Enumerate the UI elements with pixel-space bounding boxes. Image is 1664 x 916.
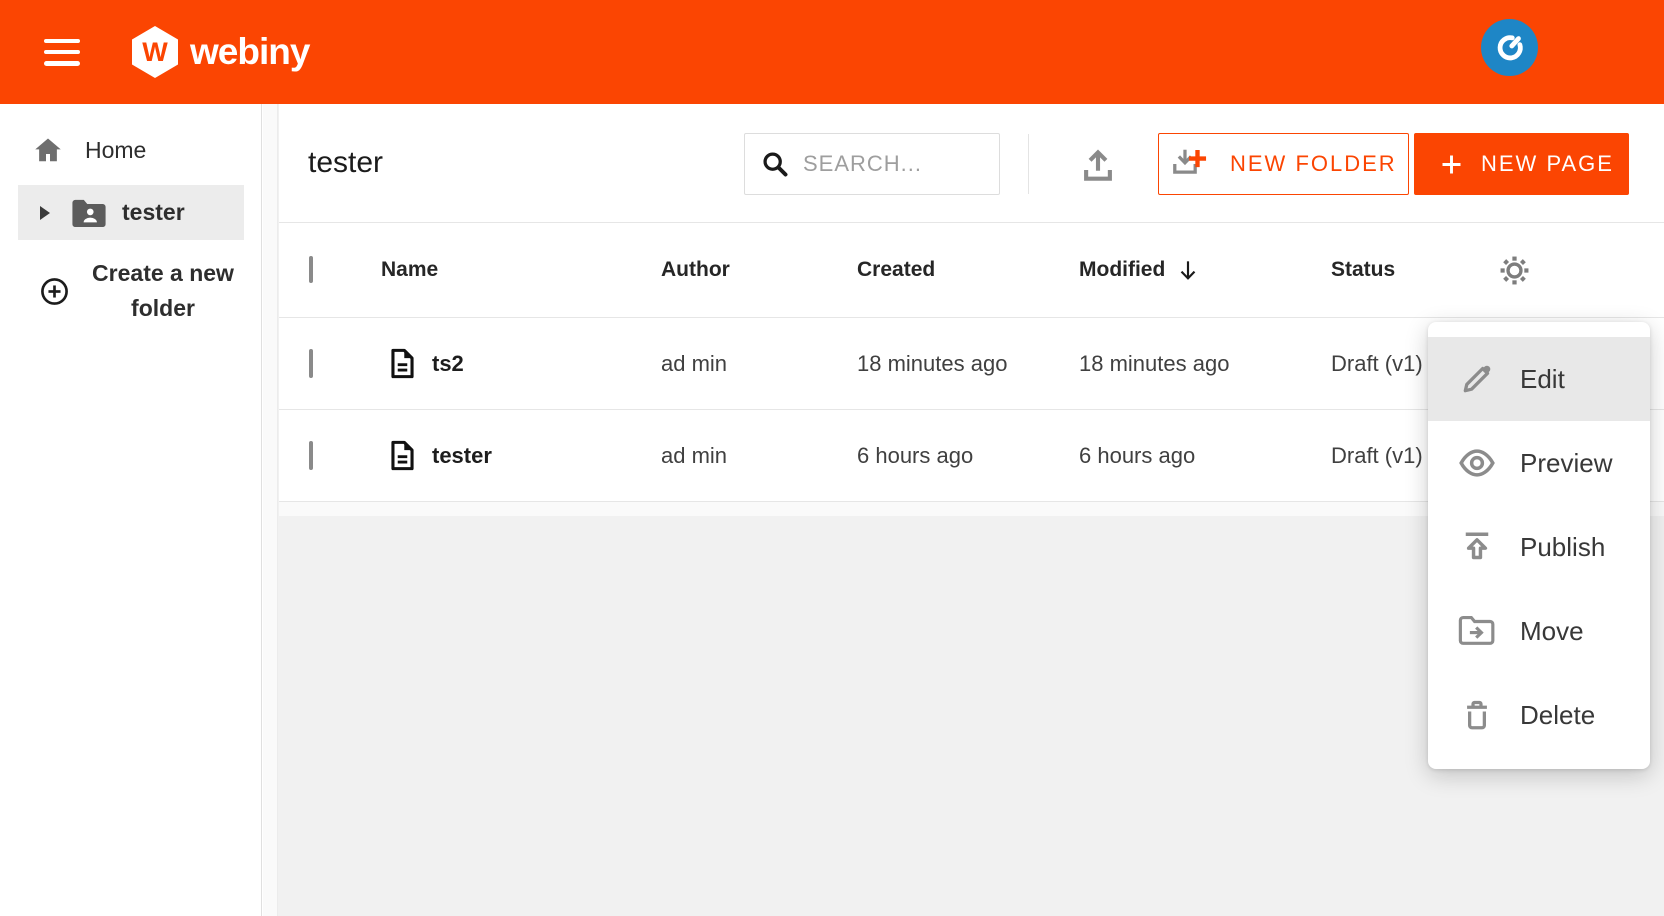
search-box[interactable] [744,133,1000,195]
export-pages-button[interactable] [1079,146,1119,186]
context-menu-item-move[interactable]: Move [1428,589,1650,673]
page-name: ts2 [432,351,464,377]
context-menu-item-edit[interactable]: Edit [1428,337,1650,421]
context-menu-label: Delete [1520,700,1595,731]
document-icon [389,440,416,471]
hamburger-menu-icon[interactable] [44,39,80,66]
context-menu-label: Move [1520,616,1584,647]
sidebar-item-create-folder[interactable]: Create a new folder [0,256,261,326]
document-icon [389,348,416,379]
plus-circle-icon [40,277,69,306]
page-author: ad min [661,443,857,469]
column-header-created[interactable]: Created [857,258,1079,282]
context-menu-label: Edit [1520,364,1565,395]
new-folder-label: NEW FOLDER [1230,151,1397,177]
topbar: W webiny [0,0,1664,104]
webiny-page-builder: W webiny Home [0,0,1664,916]
row-checkbox[interactable] [309,441,313,470]
new-page-button[interactable]: NEW PAGE [1414,133,1629,195]
import-plus-icon [1171,147,1218,181]
table-settings-gear-icon[interactable] [1499,255,1530,286]
new-page-label: NEW PAGE [1481,151,1614,177]
logo-letter: W [142,37,167,68]
folder-shared-icon [70,198,108,228]
column-header-modified[interactable]: Modified [1079,257,1311,283]
pencil-icon [1458,361,1496,397]
context-menu-item-delete[interactable]: Delete [1428,673,1650,757]
column-header-author[interactable]: Author [661,258,857,282]
context-menu-item-publish[interactable]: Publish [1428,505,1650,589]
plus-icon [1438,151,1465,178]
select-all-checkbox[interactable] [309,256,313,283]
sidebar-item-home[interactable]: Home [0,124,261,176]
sidebar-item-tester[interactable]: tester [18,185,244,240]
new-folder-button[interactable]: NEW FOLDER [1158,133,1409,195]
sidebar: Home tester Create a new fold [0,104,262,916]
chevron-right-icon[interactable] [40,206,50,220]
webiny-logo-icon: W [132,26,178,78]
toolbar-divider [1028,134,1029,194]
gravatar-power-icon [1487,25,1532,70]
home-icon [33,135,63,165]
upload-icon [1079,147,1119,185]
brand-name: webiny [190,31,309,73]
eye-icon [1458,444,1496,482]
context-menu-label: Publish [1520,532,1605,563]
row-checkbox[interactable] [309,349,313,378]
column-header-name[interactable]: Name [381,258,661,282]
search-icon [761,150,789,178]
context-menu-item-preview[interactable]: Preview [1428,421,1650,505]
scrollbar-track[interactable] [263,104,278,916]
row-context-menu: Edit Preview Publish [1428,322,1650,769]
search-input[interactable] [803,151,978,177]
sidebar-item-label: Home [85,137,146,164]
sidebar-item-label: Create a new folder [83,256,243,326]
page-author: ad min [661,351,857,377]
page-name: tester [432,443,492,469]
folder-move-icon [1458,615,1496,647]
publish-icon [1458,529,1496,565]
page-created: 18 minutes ago [857,351,1079,377]
sort-descending-icon [1175,257,1201,283]
page-title: tester [308,146,383,180]
table-header-row: Name Author Created Modified Status [279,223,1664,318]
column-header-status[interactable]: Status [1311,258,1499,282]
context-menu-label: Preview [1520,448,1612,479]
page-modified: 18 minutes ago [1079,351,1311,377]
page-created: 6 hours ago [857,443,1079,469]
trash-icon [1458,698,1496,732]
sidebar-item-label: tester [122,199,185,226]
avatar[interactable] [1481,19,1538,76]
toolbar: tester [279,104,1664,223]
page-modified: 6 hours ago [1079,443,1311,469]
webiny-logo: W webiny [132,26,309,78]
